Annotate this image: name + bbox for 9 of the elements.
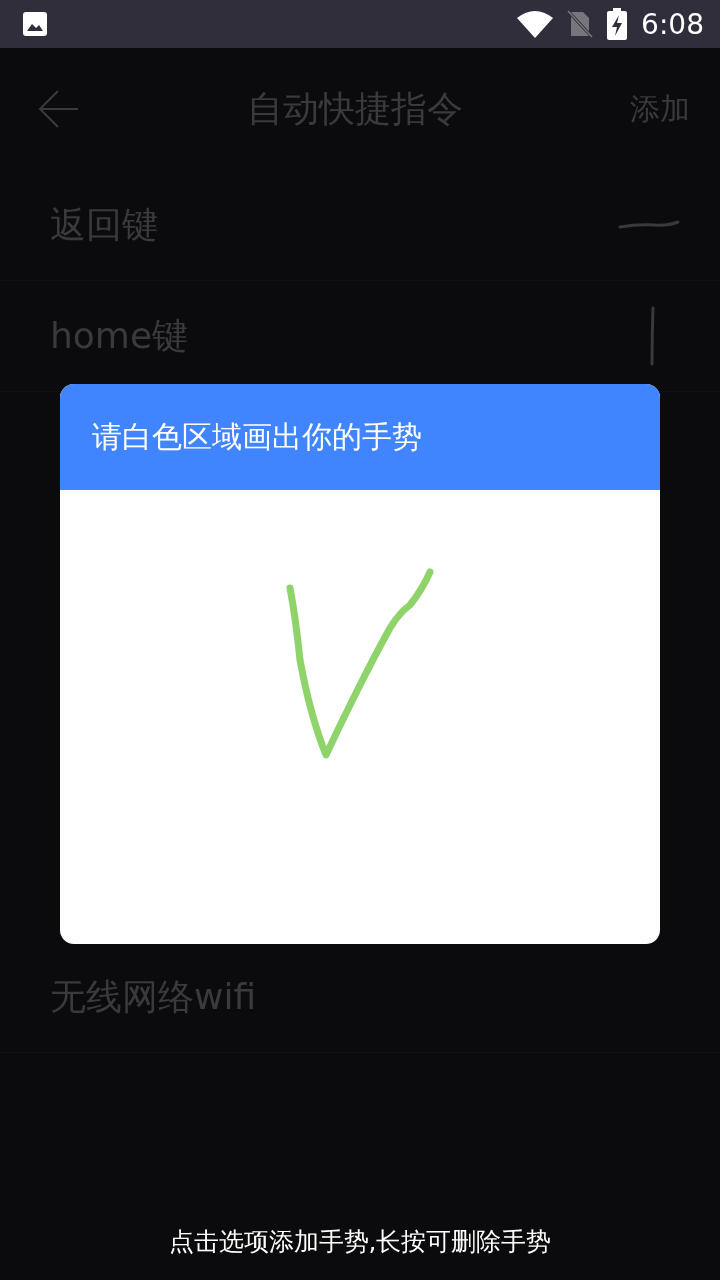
clock-time: 6:08 (641, 7, 704, 41)
battery-charging-icon (607, 8, 628, 40)
hint-text: 点击选项添加手势,长按可删除手势 (168, 1227, 552, 1256)
wifi-icon (517, 10, 554, 38)
dialog-title: 请白色区域画出你的手势 (92, 417, 422, 456)
image-icon (22, 11, 48, 37)
back-icon[interactable] (38, 89, 80, 129)
no-sim-icon (567, 10, 594, 38)
dash-gesture-icon (618, 219, 680, 231)
